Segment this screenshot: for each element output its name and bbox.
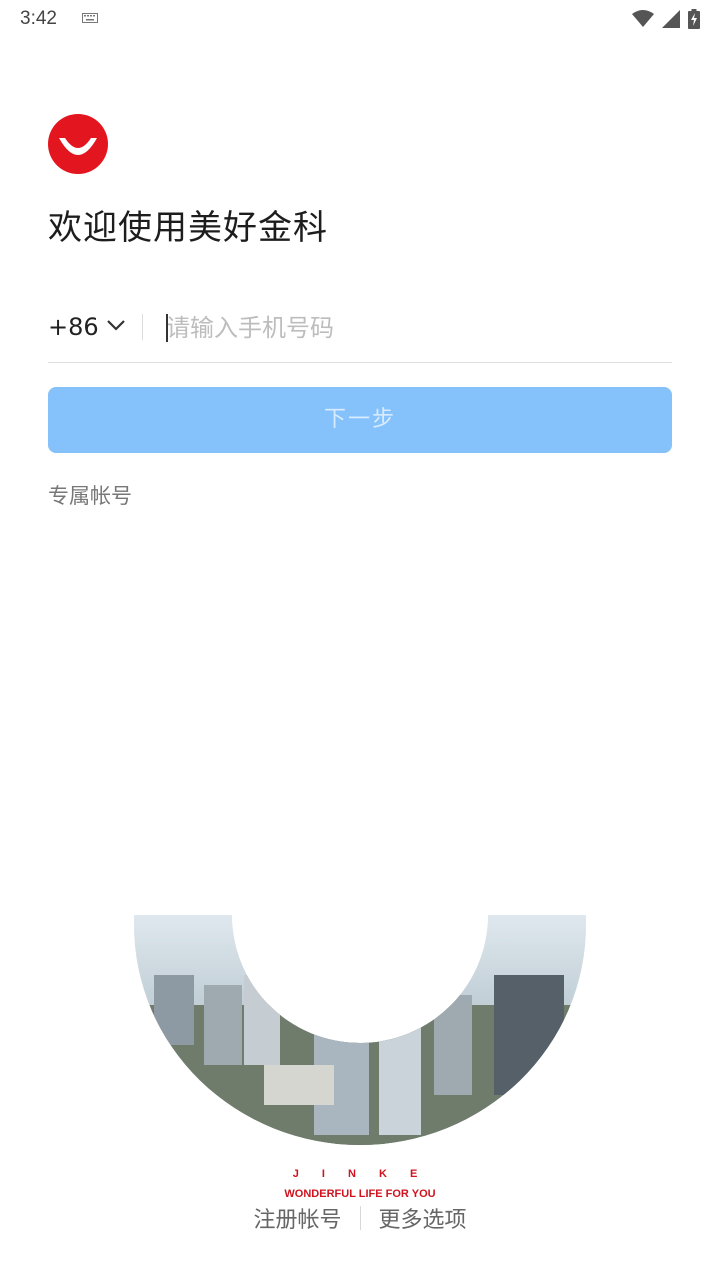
- text-cursor: [166, 314, 168, 342]
- divider: [142, 314, 143, 340]
- exclusive-account-link[interactable]: 专属帐号: [48, 480, 132, 510]
- more-options-link[interactable]: 更多选项: [361, 1202, 485, 1234]
- brand-slogan: WONDERFUL LIFE FOR YOU: [284, 1188, 436, 1200]
- signal-icon: [662, 10, 680, 28]
- status-time: 3:42: [20, 8, 57, 29]
- keyboard-icon: [82, 13, 98, 23]
- next-step-button[interactable]: 下一步: [48, 387, 672, 453]
- register-account-link[interactable]: 注册帐号: [235, 1202, 359, 1234]
- welcome-title: 欢迎使用美好金科: [48, 208, 328, 248]
- status-bar: 3:42: [0, 0, 720, 38]
- brand-wordmark: J I N K E: [292, 1168, 428, 1180]
- footer-links: 注册帐号 更多选项: [0, 1202, 720, 1234]
- city-skyline-image: [134, 915, 586, 1145]
- battery-charging-icon: [688, 9, 700, 29]
- app-logo: [48, 114, 108, 174]
- chevron-down-icon[interactable]: [106, 318, 126, 332]
- phone-input-row: +86: [48, 300, 672, 363]
- country-code-selector[interactable]: +86: [48, 313, 99, 341]
- phone-number-input[interactable]: [166, 308, 666, 348]
- wifi-icon: [632, 10, 654, 27]
